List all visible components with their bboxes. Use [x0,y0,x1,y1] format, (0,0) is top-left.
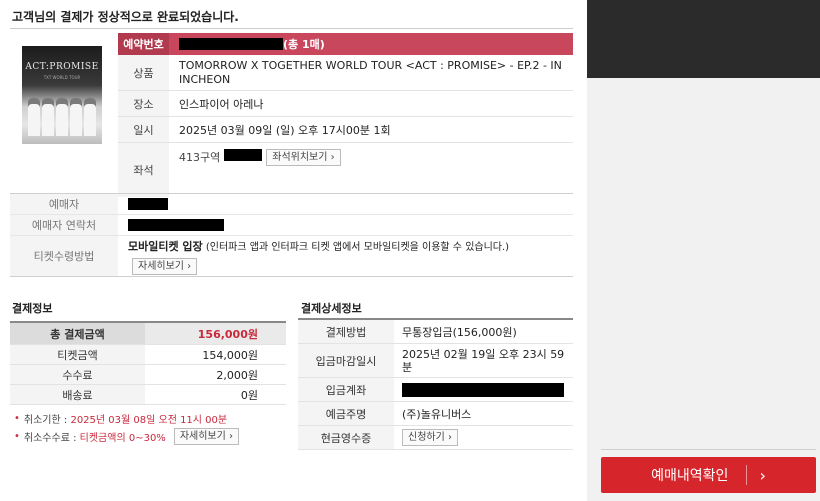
booker-name-redacted [128,198,168,210]
shipping-row: 배송료 0원 [10,385,286,405]
main-panel: 고객님의 결제가 정상적으로 완료되었습니다. ACT:PROMISE TXT … [0,0,587,501]
cancel-deadline-label: 취소기한 : [23,414,68,426]
reservation-number-redacted [179,38,283,50]
seat-section: 413구역 [179,151,221,164]
fee-row: 수수료 2,000원 [10,365,286,385]
poster-artwork [28,98,96,136]
chevron-right-icon: › [759,465,766,485]
ticket-method-detail-button[interactable]: 자세히보기 › [132,257,198,275]
ticket-price: 154,000원 [202,348,258,362]
fee-amount: 2,000원 [216,368,258,382]
seat-row: 좌석 413구역 좌석위치보기 › [118,143,573,197]
side-divider [601,449,816,450]
payment-method-label: 결제방법 [298,320,394,343]
deposit-account-redacted [402,382,564,397]
deposit-deadline-row: 입금마감일시 2025년 02월 19일 오후 23시 59분 [298,344,573,378]
poster-title: ACT:PROMISE [25,62,99,72]
payment-detail-section-title: 결제상세정보 [301,302,362,315]
ticket-method: 모바일티켓 입장 [128,239,203,253]
venue-row: 장소 인스파이어 아레나 [118,91,573,117]
page-title: 고객님의 결제가 정상적으로 완료되었습니다. [12,10,239,24]
cancel-fee-note: • 취소수수료 : 티켓금액의 0~30% 자세히보기 › [14,427,239,445]
cancel-deadline-note: • 취소기한 : 2025년 03월 08일 오전 11시 00분 [14,412,228,426]
depositor-label: 예금주명 [298,402,394,425]
booker-name-row: 예매자 [10,194,573,215]
booking-history-label: 예매내역확인 [651,468,729,484]
product-name: TOMORROW X TOGETHER WORLD TOUR <ACT : PR… [179,58,562,86]
fee-label: 수수료 [10,365,145,384]
booker-contact-row: 예매자 연락처 [10,215,573,236]
product-row: 상품 TOMORROW X TOGETHER WORLD TOUR <ACT :… [118,55,573,91]
product-label: 상품 [118,55,169,90]
cash-receipt-button[interactable]: 신청하기 › [402,429,458,446]
deposit-deadline-label: 입금마감일시 [298,344,394,377]
deposit-deadline: 2025년 02월 19일 오후 23시 59분 [402,347,565,374]
depositor-name: (주)놀유니버스 [402,407,472,421]
seat-label: 좌석 [118,143,169,197]
event-datetime: 2025년 03월 09일 (일) 오후 17시00분 1회 [179,123,391,137]
event-poster: ACT:PROMISE TXT WORLD TOUR [22,46,102,144]
cancel-deadline: 2025년 03월 08일 오전 11시 00분 [70,414,228,426]
ticket-price-label: 티켓금액 [10,345,145,364]
deposit-account-label: 입금계좌 [298,378,394,401]
side-header [587,0,820,78]
ticket-method-note: (인터파크 앱과 인터파크 티켓 앱에서 모바일티켓을 이용할 수 있습니다.) [205,241,510,253]
cash-receipt-row: 현금영수증 신청하기 › [298,426,573,450]
booker-info: 예매자 예매자 연락처 티켓수령방법 모바일티켓 입장 (인터파크 앱과 인터파… [10,193,573,277]
reservation-number-label: 예약번호 [118,33,169,55]
booking-history-button[interactable]: 예매내역확인 › [601,457,816,493]
ticket-method-label: 티켓수령방법 [10,236,118,276]
datetime-label: 일시 [118,117,169,142]
ticket-price-row: 티켓금액 154,000원 [10,345,286,365]
reservation-info: 예약번호 (총 1매) 상품 TOMORROW X TOGETHER WORLD… [118,33,573,197]
payment-detail-table: 결제방법 무통장입금(156,000원) 입금마감일시 2025년 02월 19… [298,318,573,450]
shipping-label: 배송료 [10,385,145,404]
ticket-count: (총 1매) [283,38,325,51]
cancel-fee-detail-button[interactable]: 자세히보기 › [173,427,239,445]
cancel-fee-label: 취소수수료 : [23,432,77,444]
shipping-amount: 0원 [240,388,258,402]
venue-label: 장소 [118,91,169,116]
cash-receipt-label: 현금영수증 [298,426,394,449]
deposit-account-row: 입금계좌 [298,378,573,402]
depositor-row: 예금주명 (주)놀유니버스 [298,402,573,426]
total-label: 총 결제금액 [10,323,145,344]
payment-method: 무통장입금(156,000원) [402,325,517,339]
ticket-method-row: 티켓수령방법 모바일티켓 입장 (인터파크 앱과 인터파크 티켓 앱에서 모바일… [10,236,573,276]
side-panel: 예매내역확인 › [587,0,820,501]
seat-detail-redacted [224,149,263,161]
payment-method-row: 결제방법 무통장입금(156,000원) [298,320,573,344]
total-amount: 156,000원 [197,327,258,341]
poster-subtitle: TXT WORLD TOUR [43,75,81,80]
seat-location-button[interactable]: 좌석위치보기 › [266,149,341,166]
venue-name: 인스파이어 아레나 [179,97,264,111]
payment-section-title: 결제정보 [12,302,53,315]
datetime-row: 일시 2025년 03월 09일 (일) 오후 17시00분 1회 [118,117,573,143]
cancel-fee: 티켓금액의 0~30% [79,432,166,444]
payment-table: 총 결제금액 156,000원 티켓금액 154,000원 수수료 2,000원… [10,321,286,405]
button-separator [746,465,748,485]
reservation-number-row: 예약번호 (총 1매) [118,33,573,55]
cancellation-notes: • 취소기한 : 2025년 03월 08일 오전 11시 00분 • 취소수수… [14,409,239,445]
booker-contact-redacted [128,219,224,231]
booker-contact-label: 예매자 연락처 [10,215,118,235]
title-divider [10,28,573,29]
booker-name-label: 예매자 [10,194,118,214]
total-row: 총 결제금액 156,000원 [10,323,286,345]
